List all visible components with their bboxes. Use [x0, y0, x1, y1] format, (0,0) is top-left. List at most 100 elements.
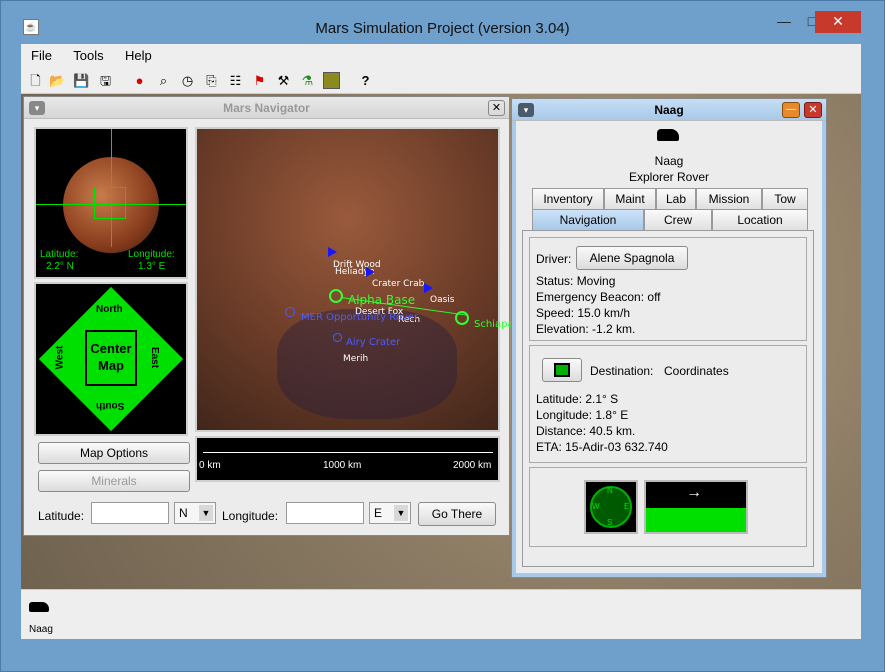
navigator-title: Mars Navigator	[223, 101, 310, 115]
close-button[interactable]: ✕	[815, 11, 861, 33]
binoculars-icon[interactable]: ⌕	[155, 72, 172, 89]
latitude-direction-select[interactable]: N ▼	[174, 502, 216, 524]
flag-icon[interactable]: ⚑	[251, 72, 268, 89]
latitude-input[interactable]	[91, 502, 169, 524]
tab-mission[interactable]: Mission	[696, 188, 762, 209]
rover-icon	[657, 129, 679, 141]
menu-tools[interactable]: Tools	[63, 44, 111, 63]
scale-bar: 0 km 1000 km 2000 km	[195, 436, 500, 482]
compass-west-button[interactable]: West	[54, 346, 65, 370]
taskbar-item-naag[interactable]: Naag	[29, 602, 69, 642]
compass-north-button[interactable]: North	[96, 304, 123, 315]
globe-latitude-label: Latitude:	[40, 249, 79, 260]
mer-opportunity-marker[interactable]	[285, 307, 295, 317]
target-icon	[554, 363, 570, 377]
driver-button[interactable]: Alene Spagnola	[576, 246, 688, 270]
compass-east-button[interactable]: East	[149, 347, 160, 368]
save-icon[interactable]: 💾	[73, 72, 90, 89]
rover-icon	[29, 602, 49, 612]
lat-dir-value: N	[179, 506, 188, 520]
scale-right-label: 2000 km	[453, 460, 492, 471]
map-label-mer-opportunity[interactable]: MER Opportunity Rover	[301, 312, 418, 323]
heading-display: →	[644, 480, 748, 534]
compass-w: W	[592, 502, 600, 511]
tab-inventory[interactable]: Inventory	[532, 188, 604, 209]
scale-line	[203, 452, 493, 453]
window-title: Mars Simulation Project (version 3.04)	[315, 20, 570, 37]
center-line1: Center	[90, 341, 132, 356]
minimize-button[interactable]: —	[771, 11, 797, 33]
tab-lab[interactable]: Lab	[656, 188, 696, 209]
settlement-flag-crater-crab[interactable]	[366, 267, 375, 277]
dest-eta: ETA: 15-Adir-03 632.740	[536, 440, 668, 454]
compass-south-button[interactable]: South	[96, 400, 124, 411]
destination-value: Coordinates	[664, 364, 729, 378]
elevation-text: Elevation: -1.2 km.	[536, 322, 636, 336]
elevation-indicator	[646, 508, 746, 532]
tab-location[interactable]: Location	[712, 209, 808, 230]
mars-navigator-window: ▾ Mars Navigator ✕ Latitude: 2.2° N Long…	[23, 96, 532, 536]
menu-file[interactable]: File	[21, 44, 60, 63]
taskbar: Naag	[21, 589, 861, 639]
minerals-button[interactable]: Minerals	[38, 470, 190, 492]
destination-label: Destination:	[590, 364, 654, 378]
tab-navigation[interactable]: Navigation	[532, 209, 644, 230]
navigator-close-icon[interactable]: ✕	[488, 100, 505, 116]
menu-bar: File Tools Help	[21, 44, 861, 66]
longitude-input-label: Longitude:	[222, 509, 279, 523]
center-line2: Map	[98, 358, 124, 373]
vehicle-content: Naag Explorer Rover Inventory Maint Lab …	[516, 121, 822, 573]
speed-text: Speed: 15.0 km/h	[536, 306, 631, 320]
tab-tow[interactable]: Tow	[762, 188, 808, 209]
title-bar: ☕ Mars Simulation Project (version 3.04)…	[1, 1, 884, 41]
globe-longitude-label: Longitude:	[128, 249, 175, 260]
new-file-icon[interactable]: 🗋	[27, 72, 44, 89]
globe-panel[interactable]: Latitude: 2.2° N Longitude: 1.3° E	[34, 127, 188, 279]
mars-globe-icon[interactable]: ●	[131, 72, 148, 89]
settlement-flag-oasis[interactable]	[424, 283, 433, 293]
terrain-map-icon[interactable]	[323, 72, 340, 89]
scale-mid-label: 1000 km	[323, 460, 362, 471]
center-map-button[interactable]: Center Map	[85, 330, 137, 386]
status-text: Status: Moving	[536, 274, 616, 288]
vehicle-type: Explorer Rover	[628, 170, 710, 184]
map-label-merih[interactable]: Merih	[343, 354, 368, 364]
frame-minimize-icon[interactable]: —	[782, 102, 800, 118]
map-label-crater-crab[interactable]: Crater Crab	[372, 279, 424, 289]
map-label-airy-crater[interactable]: Airy Crater	[346, 337, 400, 348]
direction-section: N S E W →	[529, 467, 807, 547]
pickaxe-icon[interactable]: ⚒	[275, 72, 292, 89]
tab-crew[interactable]: Crew	[644, 209, 712, 230]
dest-latitude: Latitude: 2.1° S	[536, 392, 619, 406]
help-icon[interactable]: ?	[357, 72, 374, 89]
flask-icon[interactable]: ⚗	[299, 72, 316, 89]
menu-help[interactable]: Help	[115, 44, 160, 63]
chevron-down-icon[interactable]: ▼	[394, 505, 408, 521]
open-folder-icon[interactable]: 📂	[49, 72, 66, 89]
search-document-icon[interactable]: ⎘	[203, 72, 220, 89]
vehicle-window: ▾ Naag — ✕ Naag Explorer Rover Inventory…	[511, 98, 827, 578]
chevron-down-icon[interactable]: ▼	[199, 505, 213, 521]
destination-locate-button[interactable]	[542, 358, 582, 382]
settlement-flag[interactable]	[328, 247, 337, 257]
toolbar: 🗋 📂 💾 🖫 ● ⌕ ◷ ⎘ ☷ ⚑ ⚒ ⚗ ?	[21, 66, 861, 94]
map-options-button[interactable]: Map Options	[38, 442, 190, 464]
destination-section: Destination: Coordinates Latitude: 2.1° …	[529, 345, 807, 463]
airy-crater-marker[interactable]	[333, 333, 342, 342]
driver-section: Driver: Alene Spagnola Status: Moving Em…	[529, 237, 807, 341]
frame-close-icon[interactable]: ✕	[804, 102, 822, 118]
save-as-icon[interactable]: 🖫	[97, 72, 114, 89]
tab-maint[interactable]: Maint	[604, 188, 656, 209]
app-window: ☕ Mars Simulation Project (version 3.04)…	[0, 0, 885, 672]
compass-e: E	[624, 502, 630, 511]
heading-arrow-icon: →	[686, 484, 702, 501]
dark-terrain-region	[277, 309, 457, 419]
compass-s: S	[607, 518, 613, 527]
longitude-direction-select[interactable]: E ▼	[369, 502, 411, 524]
longitude-input[interactable]	[286, 502, 364, 524]
go-there-button[interactable]: Go There	[418, 502, 496, 526]
map-label-oasis[interactable]: Oasis	[430, 295, 454, 305]
surface-map[interactable]: Drift Wood Heliadyn Crater Crab Alpha Ba…	[195, 127, 532, 432]
list-icon[interactable]: ☷	[227, 72, 244, 89]
clock-icon[interactable]: ◷	[179, 72, 196, 89]
